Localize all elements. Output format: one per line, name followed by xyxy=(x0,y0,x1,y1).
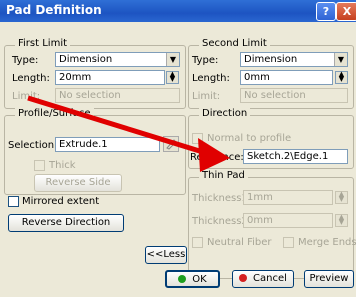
annotation-arrow xyxy=(27,95,230,172)
arrow-shaft xyxy=(27,95,207,156)
pad-definition-dialog: Pad Definition ? X First Limit Type: Dim… xyxy=(0,0,356,297)
arrow-head-icon xyxy=(198,138,230,172)
